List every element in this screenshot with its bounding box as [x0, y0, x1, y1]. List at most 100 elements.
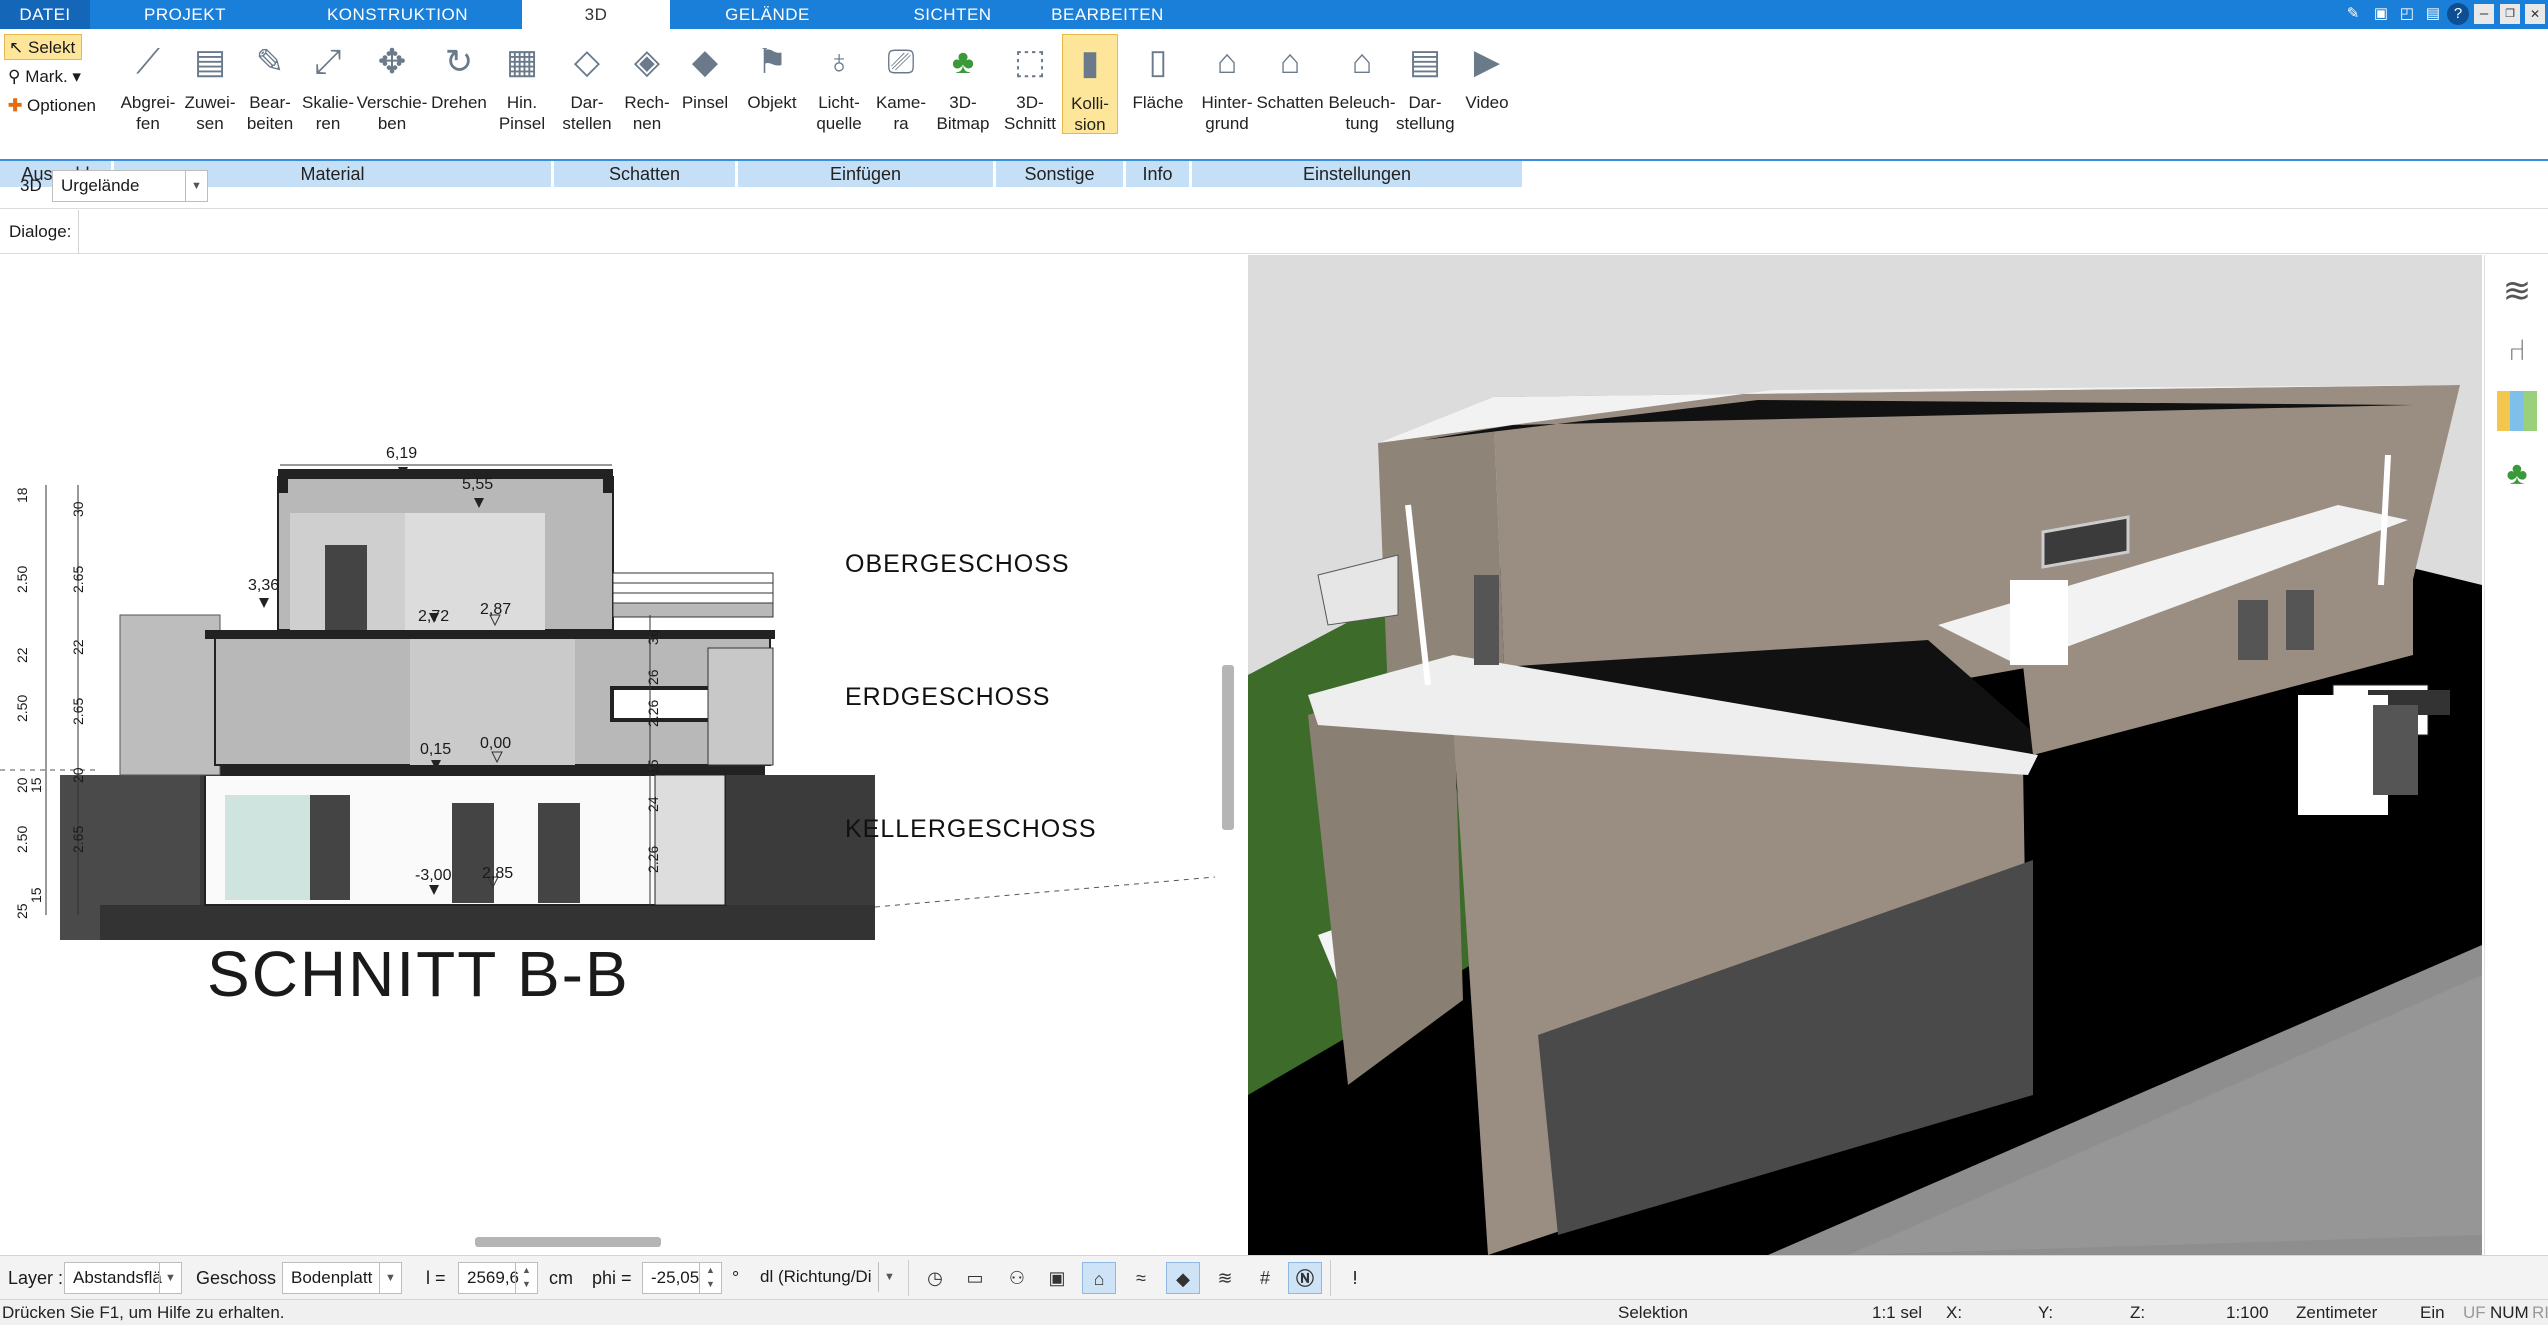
- spinner-icon[interactable]: ▲ ▼: [699, 1263, 721, 1293]
- clock-icon[interactable]: ◷: [918, 1262, 952, 1294]
- ribbon-button-area[interactable]: ▯ Fläche: [1130, 34, 1186, 134]
- ribbon-button-camera[interactable]: ⎚ Kame- ra: [872, 34, 930, 134]
- status-selection: 1:1 sel: [1872, 1303, 1923, 1322]
- tab-gelaende[interactable]: GELÄNDE: [700, 0, 835, 29]
- tab-konstruktion[interactable]: KONSTRUKTION: [310, 0, 485, 29]
- ribbon-button-display[interactable]: ▤ Dar- stellung: [1396, 34, 1455, 134]
- input-bar: Layer : Abstandsflä ▼ Geschoss : Bodenpla…: [0, 1255, 2548, 1299]
- ribbon-button-light[interactable]: ♁ Licht- quelle: [810, 34, 868, 134]
- plane-icon[interactable]: ◆: [1166, 1262, 1200, 1294]
- layers-icon[interactable]: ≋: [2495, 269, 2539, 313]
- ribbon-button-label: Abgrei- fen: [120, 93, 176, 133]
- light-icon: ♁: [826, 43, 852, 81]
- ribbon-button-brush[interactable]: ▦ Hin. Pinsel: [496, 34, 548, 134]
- section-drawing-view[interactable]: 6,19 5,55 3,36 2,72 2,87 0,15 0,00 -3,00…: [0, 255, 1245, 1255]
- section-title: SCHNITT B-B: [207, 938, 630, 1010]
- tab-projekt[interactable]: PROJEKT: [120, 0, 250, 29]
- texture-icon[interactable]: ≈: [1124, 1262, 1158, 1294]
- status-z: Z:: [2130, 1303, 2146, 1322]
- door: [310, 795, 350, 900]
- mark-icon: ⚲: [8, 67, 21, 86]
- tab-datei[interactable]: DATEI: [0, 0, 90, 29]
- section-3d-icon: ⬚: [1013, 43, 1047, 81]
- vdim-label: 2.65: [70, 697, 86, 725]
- ribbon-button-move[interactable]: ✥ Verschie- ben: [356, 34, 428, 134]
- mark-button[interactable]: ⚲ Mark. ▾: [4, 64, 94, 90]
- dim-label: 0,15: [420, 741, 452, 758]
- lock-icon[interactable]: ▣: [2370, 3, 2392, 25]
- tab-3d[interactable]: 3D: [522, 0, 670, 29]
- select-button[interactable]: ↖ Selekt: [4, 34, 82, 60]
- options-button[interactable]: ✚ Optionen: [4, 93, 109, 119]
- terrain-select[interactable]: Urgelände ▼: [52, 170, 208, 202]
- tab-bearbeiten[interactable]: BEARBEITEN: [1040, 0, 1175, 29]
- status-mode: Selektion: [1618, 1303, 1688, 1322]
- ribbon-button-shadow-brush[interactable]: ◆ Pinsel: [678, 34, 732, 134]
- phi-unit: °: [732, 1268, 740, 1288]
- vdim-label: 22: [14, 647, 30, 663]
- vdim-label: 2.50: [14, 694, 30, 722]
- horizontal-scrollbar[interactable]: [475, 1237, 661, 1247]
- ribbon-button-collision[interactable]: ▮ Kolli- sion: [1062, 34, 1118, 134]
- tab-sichten[interactable]: SICHTEN: [880, 0, 1025, 29]
- 3d-view[interactable]: [1248, 255, 2482, 1255]
- minimize-icon[interactable]: –: [2474, 4, 2494, 24]
- tree-icon[interactable]: ♣: [2495, 451, 2539, 495]
- panel-icon[interactable]: ▤: [2422, 3, 2444, 25]
- floor-label-kg: KELLERGESCHOSS: [845, 815, 1097, 843]
- ribbon-button-label: Verschie- ben: [356, 93, 428, 133]
- direction-select[interactable]: dl (Richtung/Di ▼: [752, 1262, 900, 1294]
- basement-right: [654, 774, 726, 906]
- layer-select[interactable]: Abstandsflä ▼: [64, 1262, 182, 1294]
- ribbon-button-rotate[interactable]: ↻ Drehen: [428, 34, 490, 134]
- chimney: [2010, 580, 2068, 665]
- materials-icon[interactable]: [2497, 391, 2537, 431]
- door: [452, 803, 494, 903]
- vdim-label: 36: [645, 629, 661, 645]
- spinner-icon[interactable]: ▲ ▼: [515, 1263, 537, 1293]
- vdim-label: 25: [14, 903, 30, 919]
- restore-icon[interactable]: ❐: [2500, 4, 2520, 24]
- render-icon[interactable]: ▣: [1040, 1262, 1074, 1294]
- ribbon-button-lighting[interactable]: ⌂ Beleuch- tung: [1328, 34, 1396, 134]
- vdim-label: 22: [70, 639, 86, 655]
- waves-icon[interactable]: ≋: [1208, 1262, 1242, 1294]
- tools-icon[interactable]: ✎: [2342, 3, 2364, 25]
- roof-view-icon[interactable]: ⌂: [1082, 1262, 1116, 1294]
- geschoss-select[interactable]: Bodenplatt ▼: [282, 1262, 402, 1294]
- phi-input[interactable]: -25,05 ▲ ▼: [642, 1262, 722, 1294]
- side-toolbar: ≋ ⑁ ♣: [2484, 255, 2548, 1255]
- shadow-icon: ⌂: [1279, 43, 1301, 81]
- ribbon-button-show-shadow[interactable]: ◇ Dar- stellen: [558, 34, 616, 134]
- window-icon[interactable]: ◰: [2396, 3, 2418, 25]
- info-icon[interactable]: ⵑ: [1338, 1262, 1372, 1294]
- ribbon-button-compute-shadow[interactable]: ◈ Rech- nen: [618, 34, 676, 134]
- slab: [205, 630, 775, 639]
- object-icon: ⚑: [756, 43, 788, 81]
- ribbon-button-background[interactable]: ⌂ Hinter- grund: [1196, 34, 1258, 134]
- ribbon-button-video[interactable]: ▶ Video: [1454, 34, 1520, 134]
- close-icon[interactable]: ✕: [2525, 4, 2545, 24]
- ribbon-button-pick[interactable]: ⟋ Abgrei- fen: [118, 34, 178, 134]
- status-unit: Zentimeter: [2296, 1303, 2378, 1322]
- lighting-icon: ⌂: [1351, 43, 1373, 81]
- monitor-icon[interactable]: ▭: [958, 1262, 992, 1294]
- door: [538, 803, 580, 903]
- ribbon-button-scale[interactable]: ⤢ Skalie- ren: [300, 34, 356, 134]
- status-uf: UF: [2463, 1303, 2486, 1322]
- camera-icon[interactable]: ⚇: [1000, 1262, 1034, 1294]
- ribbon-button-object[interactable]: ⚑ Objekt: [742, 34, 802, 134]
- length-input[interactable]: 2569,6 ▲ ▼: [458, 1262, 538, 1294]
- scale-icon: ⤢: [314, 43, 342, 81]
- bitmap-icon: ♣: [951, 43, 975, 81]
- vertical-scrollbar[interactable]: [1222, 665, 1234, 830]
- ribbon-button-shadow[interactable]: ⌂ Schatten: [1256, 34, 1324, 134]
- furniture-icon[interactable]: ⑁: [2495, 329, 2539, 373]
- grid-icon[interactable]: #: [1248, 1262, 1282, 1294]
- ribbon-button-bitmap[interactable]: ♣ 3D- Bitmap: [934, 34, 992, 134]
- ribbon-button-assign[interactable]: ▤ Zuwei- sen: [180, 34, 240, 134]
- north-icon[interactable]: Ⓝ: [1288, 1262, 1322, 1294]
- ribbon-button-edit[interactable]: ✎ Bear- beiten: [240, 34, 300, 134]
- help-icon[interactable]: ?: [2447, 3, 2469, 25]
- ribbon-button-section-3d[interactable]: ⬚ 3D- Schnitt: [1000, 34, 1060, 134]
